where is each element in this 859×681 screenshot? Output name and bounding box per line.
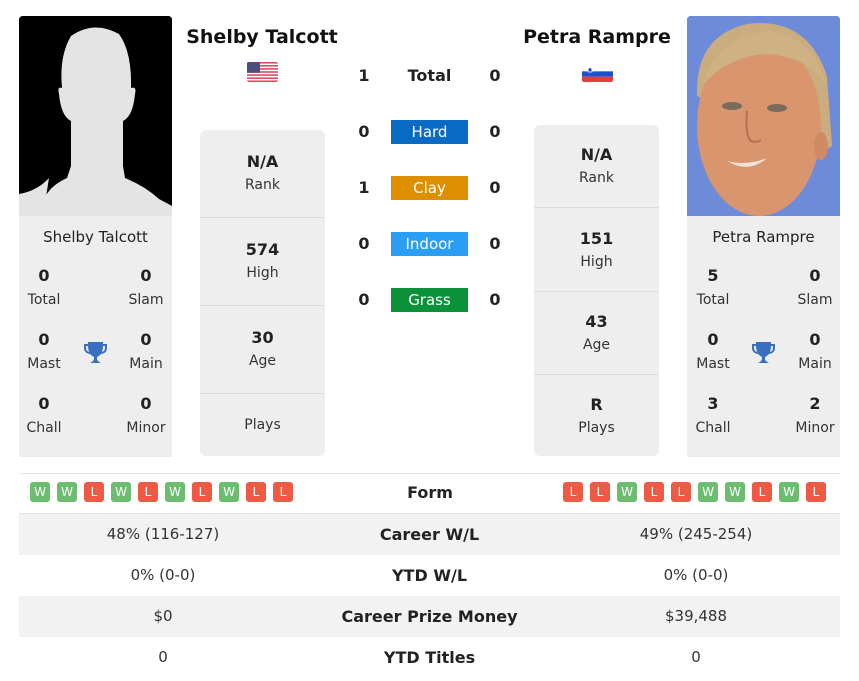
- surface-indoor-badge[interactable]: Indoor: [391, 232, 468, 256]
- stat-plays-left: Plays: [200, 393, 325, 456]
- stat-rank-right: N/A Rank: [579, 145, 614, 186]
- form-badge-left-3[interactable]: L: [84, 482, 104, 502]
- form-label: Form: [407, 483, 453, 502]
- player-heading-right[interactable]: Petra Rampre: [507, 26, 687, 48]
- form-badge-right-6[interactable]: W: [698, 482, 718, 502]
- titles-slam-right: 0 Slam: [797, 266, 833, 308]
- slovenia-flag-icon: [582, 66, 613, 82]
- ytd-titles-left: 0: [158, 648, 168, 666]
- trophy-icon: [751, 340, 776, 365]
- stat-age-left: 30 Age: [200, 305, 325, 393]
- player-heading-left[interactable]: Shelby Talcott: [172, 26, 352, 48]
- comparison-row-career-wl: 48% (116-127) Career W/L 49% (245-254): [19, 514, 840, 555]
- career-wl-left: 48% (116-127): [106, 525, 220, 543]
- prize-money-right: $39,488: [664, 607, 728, 625]
- form-badge-right-5[interactable]: L: [671, 482, 691, 502]
- silhouette-icon: [19, 16, 172, 216]
- h2h-grass-left: 0: [358, 290, 370, 309]
- form-badge-left-9[interactable]: L: [246, 482, 266, 502]
- titles-chall-right: 3 Chall: [695, 394, 731, 436]
- player-photo-right[interactable]: [687, 16, 840, 216]
- player-card-right: Petra Rampre 5 Total 0 Slam 0 Mast 0 Mai…: [687, 216, 840, 457]
- titles-minor-left: 0 Minor: [126, 394, 166, 436]
- form-badge-left-7[interactable]: L: [192, 482, 212, 502]
- h2h-grass-right: 0: [489, 290, 501, 309]
- h2h-clay-right: 0: [489, 178, 501, 197]
- h2h-clay-left: 1: [358, 178, 370, 197]
- prize-money-left: $0: [153, 607, 173, 625]
- player-card-left: Shelby Talcott 0 Total 0 Slam 0 Mast 0 M…: [19, 216, 172, 457]
- titles-total-right: 5 Total: [696, 266, 730, 308]
- titles-mast-left: 0 Mast: [27, 330, 61, 372]
- form-badge-right-1[interactable]: L: [563, 482, 583, 502]
- stat-high-left: 574 High: [200, 217, 325, 305]
- player-name-right[interactable]: Petra Rampre: [687, 228, 840, 246]
- trophy-icon: [83, 340, 108, 365]
- ytd-wl-label: YTD W/L: [391, 566, 468, 585]
- prize-money-label: Career Prize Money: [341, 607, 518, 626]
- stats-column-left: N/A Rank 574 High 30 Age Plays: [200, 130, 325, 456]
- titles-mast-right: 0 Mast: [696, 330, 730, 372]
- form-badge-left-10[interactable]: L: [273, 482, 293, 502]
- form-badge-right-8[interactable]: L: [752, 482, 772, 502]
- form-badge-left-4[interactable]: W: [111, 482, 131, 502]
- usa-flag-icon: [247, 62, 278, 82]
- h2h-hard-left: 0: [358, 122, 370, 141]
- h2h-hard-right: 0: [489, 122, 501, 141]
- comparison-row-ytd-wl: 0% (0-0) YTD W/L 0% (0-0): [19, 555, 840, 596]
- titles-minor-right: 2 Minor: [795, 394, 835, 436]
- form-badge-right-2[interactable]: L: [590, 482, 610, 502]
- player-name-left[interactable]: Shelby Talcott: [19, 228, 172, 246]
- stat-plays-right: R Plays: [534, 374, 659, 456]
- comparison-row-prize-money: $0 Career Prize Money $39,488: [19, 596, 840, 637]
- stats-column-right: N/A Rank 151 High 43 Age R Plays: [534, 125, 659, 456]
- ytd-titles-right: 0: [691, 648, 701, 666]
- titles-main-left: 0 Main: [129, 330, 163, 372]
- titles-chall-left: 0 Chall: [26, 394, 62, 436]
- form-badge-left-5[interactable]: L: [138, 482, 158, 502]
- stat-rank-left: N/A Rank: [245, 152, 280, 193]
- player-headshot-icon: [687, 16, 840, 216]
- h2h-total-right: 0: [489, 66, 501, 85]
- career-wl-right: 49% (245-254): [639, 525, 753, 543]
- surface-grass-badge[interactable]: Grass: [391, 288, 468, 312]
- surface-clay-badge[interactable]: Clay: [391, 176, 468, 200]
- titles-total-left: 0 Total: [27, 266, 61, 308]
- form-badge-right-10[interactable]: L: [806, 482, 826, 502]
- stat-high-right: 151 High: [534, 207, 659, 291]
- form-badge-right-9[interactable]: W: [779, 482, 799, 502]
- form-badge-left-8[interactable]: W: [219, 482, 239, 502]
- form-badge-left-6[interactable]: W: [165, 482, 185, 502]
- form-badge-right-3[interactable]: W: [617, 482, 637, 502]
- titles-main-right: 0 Main: [798, 330, 832, 372]
- h2h-indoor-left: 0: [358, 234, 370, 253]
- form-badge-left-2[interactable]: W: [57, 482, 77, 502]
- titles-slam-left: 0 Slam: [128, 266, 164, 308]
- ytd-wl-right: 0% (0-0): [663, 566, 729, 584]
- form-badge-right-4[interactable]: L: [644, 482, 664, 502]
- player-photo-left[interactable]: [19, 16, 172, 216]
- surface-hard-badge[interactable]: Hard: [391, 120, 468, 144]
- form-badge-left-1[interactable]: W: [30, 482, 50, 502]
- career-wl-label: Career W/L: [379, 525, 480, 544]
- ytd-wl-left: 0% (0-0): [130, 566, 196, 584]
- h2h-total-label: Total: [407, 66, 452, 85]
- stat-age-right: 43 Age: [534, 291, 659, 374]
- divider: [19, 473, 840, 474]
- form-badge-right-7[interactable]: W: [725, 482, 745, 502]
- ytd-titles-label: YTD Titles: [383, 648, 476, 667]
- h2h-indoor-right: 0: [489, 234, 501, 253]
- comparison-row-ytd-titles: 0 YTD Titles 0: [19, 637, 840, 678]
- h2h-total-left: 1: [358, 66, 370, 85]
